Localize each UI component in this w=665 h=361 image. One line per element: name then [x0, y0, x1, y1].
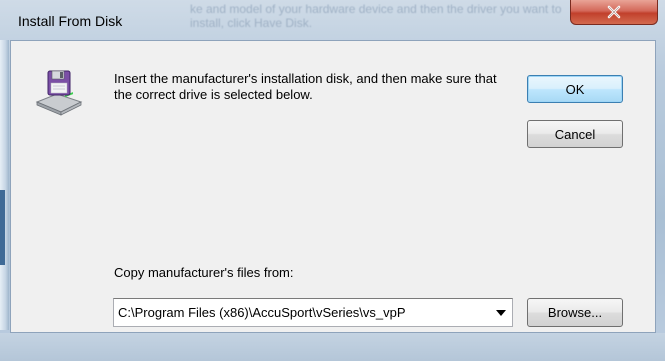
window-title: Install From Disk	[18, 13, 123, 29]
floppy-disk-drive-icon	[35, 70, 83, 116]
path-combobox[interactable]: C:\Program Files (x86)\AccuSport\vSeries…	[113, 298, 513, 327]
install-from-disk-window: ke and model of your hardware device and…	[0, 0, 665, 361]
close-button[interactable]	[570, 0, 658, 25]
title-bar[interactable]: ke and model of your hardware device and…	[0, 0, 665, 40]
chevron-down-icon	[496, 310, 506, 316]
instruction-message: Insert the manufacturer's installation d…	[114, 71, 497, 102]
window-frame-left	[0, 40, 9, 330]
dialog-client-area: Insert the manufacturer's installation d…	[10, 40, 656, 333]
close-icon	[607, 5, 621, 19]
browse-button[interactable]: Browse...	[527, 298, 623, 327]
ok-button[interactable]: OK	[527, 75, 623, 103]
path-input[interactable]: C:\Program Files (x86)\AccuSport\vSeries…	[118, 305, 488, 320]
copy-files-label: Copy manufacturer's files from:	[114, 265, 294, 280]
cancel-button[interactable]: Cancel	[527, 120, 623, 148]
dropdown-button[interactable]	[494, 306, 508, 320]
window-frame-bottom	[0, 333, 665, 361]
background-window-text: ke and model of your hardware device and…	[190, 2, 562, 30]
frame-accent	[0, 190, 5, 265]
